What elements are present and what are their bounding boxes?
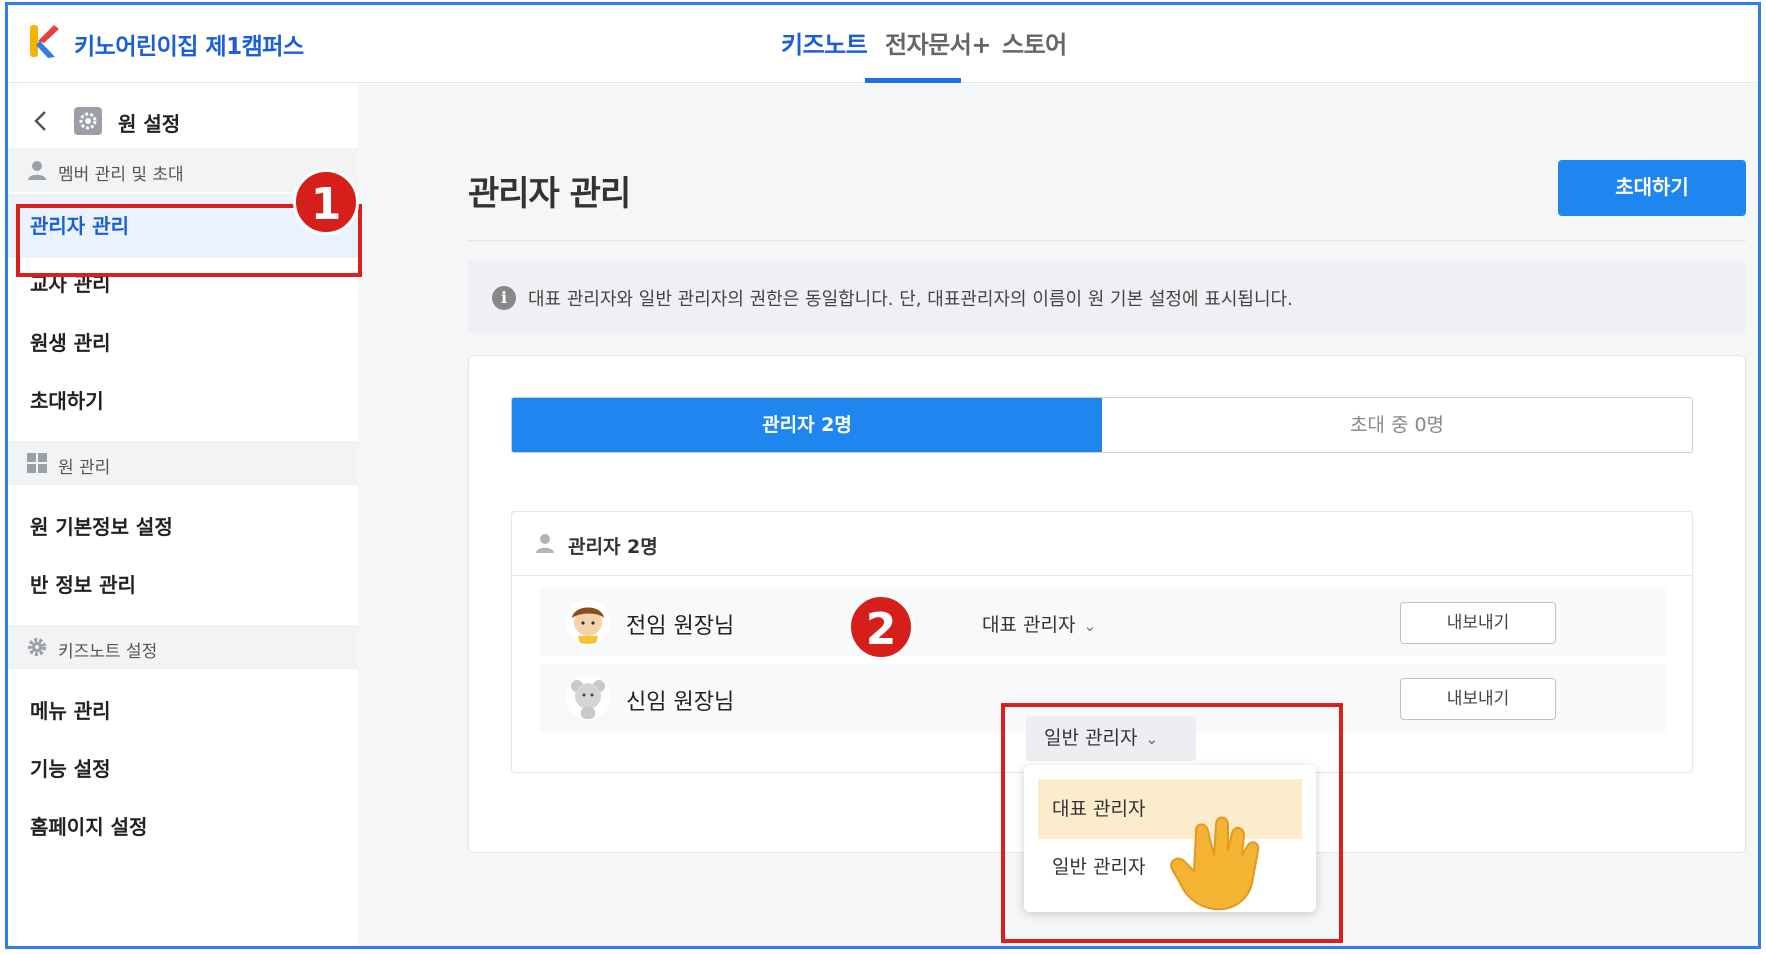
remove-button[interactable]: 내보내기 <box>1400 602 1556 644</box>
active-tab-indicator <box>865 78 961 83</box>
info-icon: i <box>492 286 516 310</box>
boy-avatar-icon <box>566 600 610 644</box>
sidebar-item-basic-info[interactable]: 원 기본정보 설정 <box>8 495 358 559</box>
section-center-management: 원 관리 <box>8 441 358 485</box>
section-kidsnote-settings: 키즈노트 설정 <box>8 625 358 669</box>
tab-kidsnote[interactable]: 키즈노트 <box>781 25 868 60</box>
gear-icon <box>28 638 46 656</box>
list-header: 관리자 2명 <box>512 512 1692 576</box>
sidebar-item-menu-management[interactable]: 메뉴 관리 <box>8 679 358 743</box>
grid-icon <box>27 453 47 473</box>
invite-button[interactable]: 초대하기 <box>1558 160 1746 216</box>
annotation-badge-2: 2 <box>848 594 914 660</box>
annotation-badge-1: 1 <box>293 169 359 235</box>
divider <box>468 240 1746 241</box>
table-row: 전임 원장님 대표 관리자 ⌄ 내보내기 <box>540 588 1666 656</box>
role-dropdown[interactable]: 대표 관리자 ⌄ <box>982 610 1096 637</box>
section-title: 원 관리 <box>58 458 111 478</box>
sidebar-item-feature-settings[interactable]: 기능 설정 <box>8 737 358 801</box>
top-header: 키노어린이집 제1캠퍼스 키즈노트 전자문서+ 스토어 <box>8 5 1758 83</box>
tab-store[interactable]: 스토어 <box>1002 25 1067 60</box>
page-title: 관리자 관리 <box>468 174 631 214</box>
app-window: 키노어린이집 제1캠퍼스 키즈노트 전자문서+ 스토어 원 설정 멤버 관리 및… <box>5 2 1761 949</box>
list-header-label: 관리자 2명 <box>568 536 658 558</box>
person-icon <box>536 534 554 553</box>
remove-button[interactable]: 내보내기 <box>1400 678 1556 720</box>
section-title: 키즈노트 설정 <box>58 642 158 662</box>
chevron-down-icon: ⌄ <box>1083 617 1097 635</box>
member-name: 신임 원장님 <box>626 690 735 715</box>
app-title: 키노어린이집 제1캠퍼스 <box>74 34 304 60</box>
annotation-highlight-box <box>1001 703 1343 943</box>
notice-text: 대표 관리자와 일반 관리자의 권한은 동일합니다. 단, 대표관리자의 이름이… <box>528 289 1293 310</box>
kidsnote-logo-icon <box>30 25 59 58</box>
person-icon <box>28 161 46 180</box>
segmented-control: 관리자 2명 초대 중 0명 <box>511 397 1693 453</box>
segment-admins[interactable]: 관리자 2명 <box>512 398 1102 452</box>
sidebar-item-homepage-settings[interactable]: 홈페이지 설정 <box>8 795 358 859</box>
settings-gear-icon <box>74 107 102 135</box>
section-title: 멤버 관리 및 초대 <box>58 165 184 185</box>
role-label: 대표 관리자 <box>982 614 1076 636</box>
sidebar-item-class-info[interactable]: 반 정보 관리 <box>8 553 358 617</box>
sidebar-header: 원 설정 <box>8 84 358 156</box>
sidebar-title: 원 설정 <box>118 112 181 136</box>
tab-edocument[interactable]: 전자문서+ <box>885 25 991 60</box>
member-name: 전임 원장님 <box>626 614 735 639</box>
sidebar-item-student-management[interactable]: 원생 관리 <box>8 311 358 375</box>
segment-pending-invites[interactable]: 초대 중 0명 <box>1102 398 1692 452</box>
sidebar-item-invite[interactable]: 초대하기 <box>8 369 358 433</box>
info-notice: i 대표 관리자와 일반 관리자의 권한은 동일합니다. 단, 대표관리자의 이… <box>468 261 1746 333</box>
bear-avatar-icon <box>566 676 610 720</box>
chevron-left-icon[interactable] <box>26 106 56 136</box>
